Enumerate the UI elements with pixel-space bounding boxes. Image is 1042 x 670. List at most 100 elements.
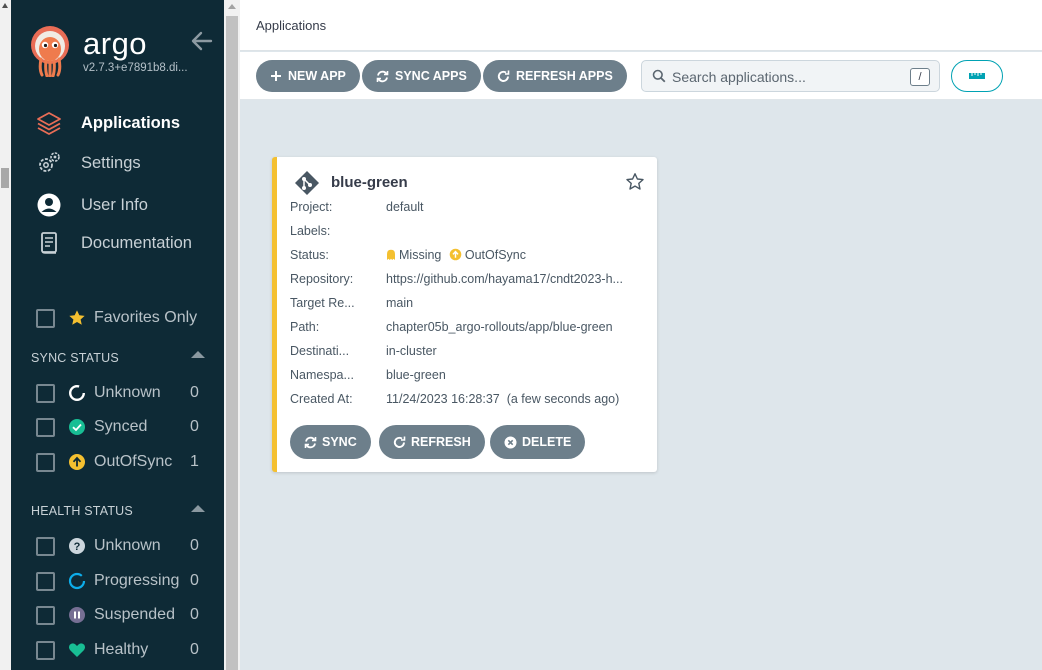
sync-button[interactable]: SYNC (290, 425, 371, 459)
question-circle-icon: ? (68, 537, 86, 555)
sync-icon (376, 70, 389, 83)
nav-label: Applications (81, 113, 181, 132)
checkbox[interactable] (36, 452, 55, 472)
favorites-label: Favorites Only (94, 309, 198, 326)
ghost-icon (387, 249, 395, 260)
view-toggle-button[interactable] (951, 60, 1003, 92)
favorites-checkbox[interactable] (36, 308, 55, 328)
favorites-only-filter[interactable]: Favorites Only (11, 304, 224, 332)
plus-icon (270, 70, 282, 82)
sync-status-collapse-icon[interactable] (191, 351, 205, 358)
layers-icon (35, 109, 63, 137)
scroll-up-arrow-icon[interactable] (2, 3, 8, 8)
sync-apps-button[interactable]: SYNC APPS (362, 60, 481, 92)
button-label: REFRESH APPS (516, 69, 613, 83)
pause-circle-icon (68, 606, 86, 624)
checkbox[interactable] (36, 571, 55, 591)
sync-status-title: SYNC STATUS (31, 351, 119, 365)
filter-count: 0 (190, 418, 199, 435)
field-row-destination: Destinati... in-cluster (290, 344, 650, 364)
health-status-collapse-icon[interactable] (191, 505, 205, 512)
field-row-labels: Labels: (290, 224, 650, 244)
checkbox[interactable] (36, 640, 55, 660)
checkbox[interactable] (36, 536, 55, 556)
nav-settings[interactable]: Settings (11, 146, 224, 180)
sync-filter-synced[interactable]: Synced 0 (11, 413, 224, 441)
field-value: https://github.com/hayama17/cndt2023-h..… (386, 272, 623, 286)
filter-count: 0 (190, 537, 199, 554)
field-row-path: Path: chapter05b_argo-rollouts/app/blue-… (290, 320, 650, 340)
field-value: blue-green (386, 368, 446, 382)
version-label: v2.7.3+e7891b8.di... (83, 62, 188, 74)
field-row-target-revision: Target Re... main (290, 296, 650, 316)
sync-filter-unknown[interactable]: Unknown 0 (11, 379, 224, 407)
filter-count: 0 (190, 384, 199, 401)
health-filter-suspended[interactable]: Suspended 0 (11, 601, 224, 629)
health-filter-unknown[interactable]: ? Unknown 0 (11, 532, 224, 560)
refresh-icon (497, 70, 510, 83)
page-scrollbar[interactable] (0, 0, 11, 670)
search-input[interactable] (672, 67, 902, 87)
field-key: Status: (290, 248, 329, 262)
health-filter-healthy[interactable]: Healthy 0 (11, 636, 224, 664)
sidebar: argo v2.7.3+e7891b8.di... Applications S… (11, 0, 224, 670)
sync-filter-outofsync[interactable]: OutOfSync 1 (11, 448, 224, 476)
filter-label: Unknown (94, 537, 161, 554)
spinner-icon (68, 572, 86, 590)
nav-label: Settings (81, 153, 141, 172)
book-icon (35, 229, 63, 257)
field-key: Path: (290, 320, 320, 334)
search-shortcut-hint: / (910, 68, 930, 86)
button-label: NEW APP (288, 69, 346, 83)
nav-documentation[interactable]: Documentation (11, 226, 224, 260)
button-label: SYNC (322, 435, 357, 449)
brand-name: argo (83, 26, 148, 61)
star-icon[interactable] (625, 172, 645, 192)
filter-label: Suspended (94, 606, 175, 623)
delete-button[interactable]: DELETE (490, 425, 586, 459)
check-circle-icon (68, 418, 86, 436)
checkbox[interactable] (36, 417, 55, 437)
health-status-title: HEALTH STATUS (31, 504, 133, 518)
button-label: REFRESH (411, 435, 471, 449)
sidebar-scrollbar[interactable] (224, 0, 240, 670)
scrollbar-thumb[interactable] (226, 16, 238, 670)
refresh-icon (393, 436, 406, 449)
button-label: DELETE (522, 435, 572, 449)
collapse-sidebar-arrow-icon[interactable] (189, 28, 215, 54)
scrollbar-thumb[interactable] (1, 168, 9, 188)
nav-label: User Info (81, 195, 148, 214)
search-box[interactable]: / (641, 60, 940, 92)
argo-octopus-logo[interactable] (29, 25, 71, 77)
field-key: Namespa... (290, 368, 354, 382)
new-app-button[interactable]: NEW APP (256, 60, 360, 92)
ruler-icon (968, 72, 985, 79)
nav-applications[interactable]: Applications (11, 106, 224, 140)
checkbox[interactable] (36, 383, 55, 403)
search-icon (652, 69, 666, 88)
refresh-apps-button[interactable]: REFRESH APPS (483, 60, 627, 92)
top-bar: Applications (240, 0, 1042, 51)
heart-icon (68, 641, 86, 659)
field-key: Labels: (290, 224, 331, 238)
arrow-up-circle-icon (449, 248, 462, 261)
toolbar: NEW APP SYNC APPS REFRESH APPS / (240, 52, 1042, 100)
refresh-button[interactable]: REFRESH (379, 425, 485, 459)
filter-label: Healthy (94, 641, 149, 658)
status-value: Missing OutOfSync (386, 248, 644, 262)
user-circle-icon (35, 191, 63, 219)
app-card[interactable]: blue-green Project: default Labels: Stat… (272, 157, 657, 472)
arrow-up-circle-icon (68, 453, 86, 471)
nav-user-info[interactable]: User Info (11, 188, 224, 222)
sync-icon (304, 436, 317, 449)
app-name[interactable]: blue-green (331, 174, 408, 191)
scroll-up-arrow-icon[interactable] (228, 4, 236, 9)
field-value: main (386, 296, 414, 310)
filter-count: 0 (190, 641, 199, 658)
field-value: chapter05b_argo-rollouts/app/blue-green (386, 320, 613, 334)
field-key: Project: (290, 200, 333, 214)
filter-count: 0 (190, 572, 199, 589)
field-row-status: Status: Missing OutOfSync (290, 248, 650, 268)
checkbox[interactable] (36, 605, 55, 625)
health-filter-progressing[interactable]: Progressing 0 (11, 567, 224, 595)
